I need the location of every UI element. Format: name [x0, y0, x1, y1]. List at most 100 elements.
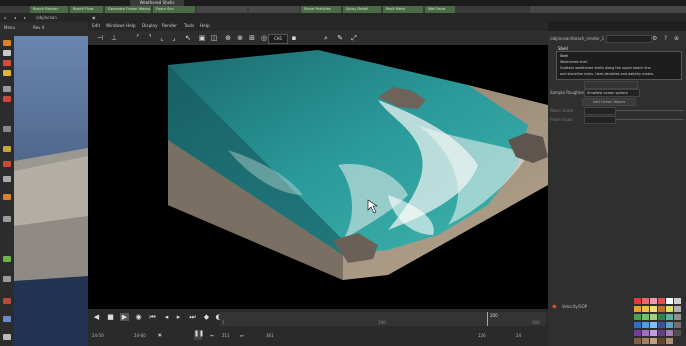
playhead[interactable] — [487, 312, 488, 326]
tab-shore-particles[interactable]: Shore Particles — [301, 6, 341, 13]
swatch[interactable] — [650, 330, 657, 336]
swatch[interactable] — [658, 298, 665, 304]
lock-range-icon[interactable]: ▣ — [158, 332, 162, 337]
swatch[interactable] — [666, 306, 673, 312]
display-icon[interactable]: ◎ — [260, 34, 268, 42]
display-tool-icon[interactable] — [3, 216, 11, 222]
tab-beach-render[interactable]: Beach Render — [30, 6, 68, 13]
swatch[interactable] — [658, 330, 665, 336]
swatch[interactable] — [658, 306, 665, 312]
swatch[interactable] — [642, 298, 649, 304]
swatch[interactable] — [674, 330, 681, 336]
info-tool-icon[interactable] — [3, 334, 11, 340]
settings-gear-icon[interactable]: ⚙ — [652, 35, 657, 42]
swatch[interactable] — [642, 322, 649, 328]
tab-wet-sand[interactable]: Wet Sand — [425, 6, 455, 13]
menu-edit[interactable]: Edit — [92, 23, 100, 28]
swatch[interactable] — [650, 314, 657, 320]
menu-help-2[interactable]: Help — [200, 23, 210, 28]
swatch[interactable] — [674, 338, 681, 344]
swatch[interactable] — [634, 314, 641, 320]
swatch[interactable] — [634, 298, 641, 304]
view-tool-icon[interactable] — [3, 176, 11, 182]
corner-br-icon[interactable]: ⌟ — [170, 34, 178, 42]
current-frame[interactable]: 211 — [222, 333, 230, 338]
swatch[interactable] — [658, 322, 665, 328]
swatch[interactable] — [634, 306, 641, 312]
tab-rock-mesh[interactable]: Rock Mesh — [383, 6, 423, 13]
scale-tool-icon[interactable] — [3, 70, 11, 76]
magnet-icon[interactable]: ⊕ — [224, 34, 232, 42]
end-frame[interactable]: 361 — [266, 333, 274, 338]
select-tool-icon[interactable] — [3, 40, 11, 46]
wave-scale-field[interactable] — [584, 107, 616, 115]
lock-icon[interactable]: ▪ — [290, 34, 298, 42]
loop-icon[interactable]: ◉ — [134, 313, 143, 321]
tab-spray-detail[interactable]: Spray Detail — [343, 6, 381, 13]
network-path[interactable]: /obj/ocean — [36, 14, 57, 21]
prev-frame-icon[interactable]: ◂ — [162, 313, 171, 321]
seed-field[interactable] — [584, 81, 638, 89]
arrow-icon[interactable]: ↖ — [184, 34, 192, 42]
record-tool-icon[interactable] — [3, 298, 11, 304]
swatch[interactable] — [634, 322, 641, 328]
align-left-icon[interactable]: ⊣ — [96, 34, 104, 42]
main-viewport[interactable] — [88, 45, 548, 309]
jump-start-icon[interactable]: ⏮ — [210, 333, 214, 338]
swatch[interactable] — [658, 338, 665, 344]
light-tool-icon[interactable] — [3, 146, 11, 152]
swatch[interactable] — [674, 314, 681, 320]
tab-empty-2[interactable] — [249, 6, 299, 13]
swatch[interactable] — [658, 314, 665, 320]
grid-tool-icon[interactable] — [3, 276, 11, 282]
swatch[interactable] — [666, 298, 673, 304]
timeline-scrubber[interactable]: 1 100 200 300 — [220, 312, 546, 326]
corner-tr-icon[interactable]: ⌝ — [146, 34, 154, 42]
zoom-field[interactable]: CH1 — [268, 34, 288, 44]
back-icon[interactable]: ◂ — [14, 14, 16, 21]
swatch[interactable] — [634, 330, 641, 336]
handle-tool-icon[interactable] — [3, 86, 11, 92]
swatch[interactable] — [642, 338, 649, 344]
path-field[interactable] — [606, 35, 652, 43]
expand-icon[interactable]: ⤢ — [350, 34, 358, 42]
ortho-icon[interactable]: ◫ — [210, 34, 218, 42]
sample-dropdown[interactable]: Smallest ocean sphere — [584, 89, 640, 97]
foam-scale-field[interactable] — [584, 116, 616, 124]
secondary-viewport[interactable] — [14, 36, 88, 346]
pen-icon[interactable]: ✎ — [336, 34, 344, 42]
tab-beach-flow[interactable]: Beach Flow — [70, 6, 103, 13]
snap-tool-icon[interactable] — [3, 126, 11, 132]
swatch[interactable] — [666, 314, 673, 320]
fps-field[interactable]: 24-60 — [134, 333, 146, 338]
pause-icon[interactable]: ❚❚ — [194, 330, 204, 340]
frame-icon[interactable]: ▣ — [198, 34, 206, 42]
swatch[interactable] — [650, 338, 657, 344]
corner-bl-icon[interactable]: ⌞ — [158, 34, 166, 42]
left-tab-menu[interactable]: Menu — [4, 25, 15, 30]
last-frame-icon[interactable]: ⏭ — [188, 313, 197, 322]
menu-render[interactable]: Render — [162, 23, 177, 28]
first-frame-icon[interactable]: ⏮ — [148, 313, 157, 322]
swatch[interactable] — [674, 322, 681, 328]
geometry-tool-icon[interactable] — [3, 256, 11, 262]
left-tab-rev[interactable]: Rev 4 — [33, 25, 44, 30]
range-end[interactable]: 126 — [478, 333, 486, 338]
tab-generate-waves[interactable]: Generate Ocean Waves — [105, 6, 151, 13]
rotate-tool-icon[interactable] — [3, 60, 11, 66]
swatch[interactable] — [666, 330, 673, 336]
home-icon[interactable]: ⌂ — [4, 14, 7, 21]
pin-icon[interactable]: ⊕ — [674, 35, 679, 42]
realtime-field[interactable]: 24 — [516, 333, 521, 338]
play-icon[interactable]: ▶ — [120, 313, 129, 321]
search-icon[interactable]: ⌕ — [322, 34, 330, 42]
swatch[interactable] — [674, 298, 681, 304]
swatch[interactable] — [642, 314, 649, 320]
swatch[interactable] — [674, 306, 681, 312]
add-waves-button[interactable]: Add Ocean Waves — [582, 98, 636, 106]
shading-tool-icon[interactable] — [3, 316, 11, 322]
move-tool-icon[interactable] — [3, 50, 11, 56]
tab-empty-1[interactable] — [197, 6, 247, 13]
menu-windows[interactable]: Windows — [106, 23, 125, 28]
menu-display[interactable]: Display — [142, 23, 157, 28]
